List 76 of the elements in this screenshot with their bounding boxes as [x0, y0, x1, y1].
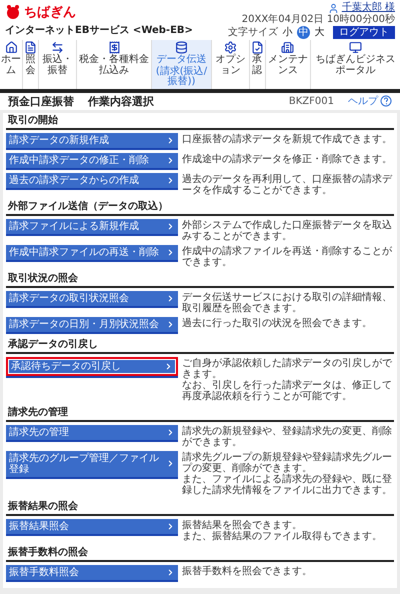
menu-button[interactable]: 振替結果照会 — [6, 518, 178, 536]
chevron-icon — [166, 156, 175, 164]
menu-button[interactable]: 請求データの取引状況照会 — [6, 290, 178, 308]
service-name: インターネットEBサービス <Web-EB> — [5, 24, 193, 37]
menu-description: データ伝送サービスにおける取引の詳細情報、取引履歴を照会できます。 — [182, 292, 393, 314]
menu-description: 振替手数料を照会できます。 — [182, 566, 313, 576]
logout-button[interactable]: ログアウト — [333, 26, 395, 39]
menu-description: ご自身が承認依頼した請求データの引戻しができます。 — [182, 358, 393, 380]
user-name-link[interactable]: 千葉太郎 様 — [342, 2, 395, 14]
nav-tab[interactable]: ホーム — [0, 40, 24, 88]
menu-description: 過去のデータを再利用して、口座振替の請求データを作成することができます。 — [182, 174, 394, 196]
menu-button[interactable]: 請求先のグループ管理／ファイル登録 — [6, 450, 178, 478]
page-title: 作業内容選択 — [88, 94, 154, 108]
section-heading: 取引状況の照会 — [6, 270, 394, 288]
menu-description: 外部システムで作成した口座振替データを取込みすることができます。 — [182, 220, 393, 242]
menu-description: 振替結果を照会できます。 — [182, 520, 303, 530]
chevron-icon — [166, 176, 175, 184]
nav-icon — [174, 41, 188, 54]
section-heading: 外部ファイル送信（データの取込） — [6, 198, 394, 216]
menu-button[interactable]: 作成中請求ファイルの再送・削除 — [6, 244, 178, 262]
menu-description: 作成中の請求ファイルを再送・削除することができます。 — [182, 246, 393, 268]
chevron-icon — [166, 459, 175, 468]
menu-description: 請求先の新規登録や、登録請求先の変更、削除ができます。 — [182, 426, 393, 448]
nav-tab[interactable]: 承認 — [250, 40, 266, 88]
chevron-icon — [166, 222, 175, 230]
menu-description: また、ファイルによる請求先の登録や、既に登録した請求先情報をファイルに出力できます。 — [182, 474, 393, 496]
chevron-icon — [166, 428, 175, 436]
help-icon — [380, 95, 392, 107]
menu-description: 作成途中の請求データを修正・削除できます。 — [182, 154, 393, 164]
user-icon — [328, 2, 339, 14]
menu-description: また、振替結果のファイル取得もできます。 — [182, 530, 383, 542]
menu-button[interactable]: 過去の請求データからの作成 — [6, 172, 178, 190]
bank-logo: ちばぎん — [24, 6, 76, 18]
chevron-icon — [166, 568, 175, 576]
nav-icon — [51, 41, 64, 54]
section-heading: 振替結果の照会 — [6, 498, 394, 516]
font-size-option[interactable]: 小 — [281, 26, 294, 39]
logo-icon — [5, 4, 21, 20]
menu-button[interactable]: 作成中請求データの修正・削除 — [6, 152, 178, 170]
nav-icon — [250, 41, 264, 54]
menu-description: なお、引戻しを行った請求データは、修正して再度承認依頼を行うことが可能です。 — [182, 380, 393, 402]
section-heading: 承認データの引戻し — [6, 336, 394, 354]
chevron-icon — [166, 522, 175, 530]
help-link[interactable]: ヘルプ — [348, 94, 392, 108]
chevron-icon — [166, 248, 175, 256]
nav-icon — [224, 41, 237, 54]
menu-button[interactable]: 承認待ちデータの引戻し — [6, 356, 178, 378]
font-size-label: 文字サイズ — [228, 26, 278, 38]
chevron-icon — [166, 136, 175, 144]
menu-button[interactable]: 請求データの日別・月別状況照会 — [6, 316, 178, 334]
nav-icon — [4, 41, 18, 54]
nav-icon — [349, 41, 362, 54]
menu-button[interactable]: 請求ファイルによる新規作成 — [6, 218, 178, 236]
menu-button[interactable]: 請求データの新規作成 — [6, 132, 178, 150]
menu-description: 口座振替の請求データを新規で作成できます。 — [182, 134, 393, 144]
page-category: 預金口座振替 — [8, 94, 74, 108]
section-heading: 取引の開始 — [6, 112, 394, 130]
section-heading: 振替手数料の照会 — [6, 544, 394, 562]
menu-button[interactable]: 振替手数料照会 — [6, 564, 178, 582]
nav-icon — [24, 41, 38, 54]
nav-icon — [108, 41, 121, 54]
chevron-icon — [166, 294, 175, 302]
menu-button[interactable]: 請求先の管理 — [6, 424, 178, 442]
nav-tab[interactable]: 照会 — [23, 40, 40, 88]
nav-tab[interactable]: 税金・各種料金払込み — [77, 40, 152, 88]
menu-description: 過去に行った取引の状況を照会できます。 — [182, 318, 373, 328]
font-size-option[interactable]: 大 — [313, 26, 326, 39]
menu-description: 請求先グループの新規登録や登録請求先グループの変更、削除ができます。 — [182, 452, 393, 474]
chevron-icon — [166, 320, 175, 328]
login-datetime: 20XX年04月02日 10時00分00秒 — [242, 14, 395, 26]
font-size-option[interactable]: 中 — [297, 26, 310, 39]
section-heading: 請求先の管理 — [6, 404, 394, 422]
nav-tab[interactable]: データ伝送 (請求(振込/振替)) — [152, 40, 212, 88]
chevron-icon — [164, 362, 173, 370]
nav-icon — [281, 41, 294, 54]
screen-id: BKZF001 — [288, 94, 334, 108]
